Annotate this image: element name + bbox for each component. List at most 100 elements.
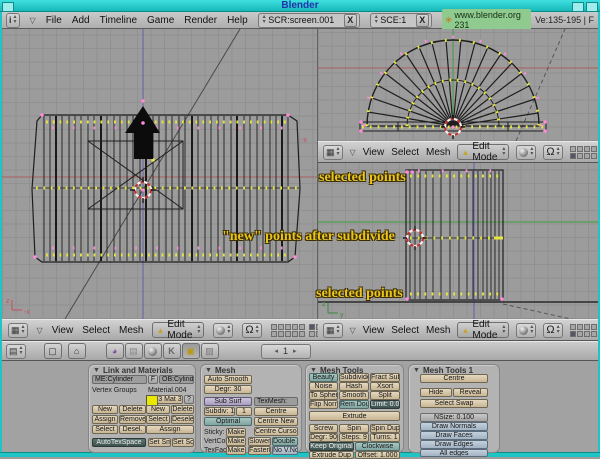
mesh-datablock-field[interactable]: ME:Cylinder bbox=[92, 375, 147, 384]
mode-dropdown[interactable]: ▲Edit Mode▴▾ bbox=[152, 322, 204, 338]
subdiv-render-spinner[interactable]: 1 bbox=[236, 407, 252, 416]
smooth-button[interactable]: Smooth bbox=[339, 391, 369, 400]
no-vnormal-toggle[interactable]: No V.Normal bbox=[272, 446, 298, 455]
material-delete-button[interactable]: Delete bbox=[171, 405, 194, 414]
centre-new-button[interactable]: Centre New bbox=[254, 417, 298, 426]
screen-selector[interactable]: ▴▾ SCR:screen.001 X bbox=[258, 13, 360, 28]
vgroup-delete-button[interactable]: Delete bbox=[119, 405, 146, 414]
material-deselect-button[interactable]: Deselect bbox=[171, 415, 194, 424]
scene-context-button[interactable]: ▨ bbox=[201, 343, 219, 359]
editor-type-selector[interactable]: ▦▴▾ bbox=[323, 145, 343, 160]
collapse-menu-icon[interactable]: ▽ bbox=[37, 326, 43, 335]
layer-buttons[interactable] bbox=[570, 146, 598, 159]
screw-button[interactable]: Screw bbox=[309, 424, 338, 433]
autotexspace-button[interactable]: AutoTexSpace bbox=[92, 438, 146, 447]
menu-select[interactable]: Select bbox=[391, 147, 419, 158]
draw-type-selector[interactable]: ▴▾ bbox=[516, 145, 536, 160]
home-button[interactable]: ⌂ bbox=[68, 343, 86, 359]
menu-view[interactable]: View bbox=[363, 325, 385, 336]
vgroup-remove-button[interactable]: Remove bbox=[119, 415, 146, 424]
vgroup-deselect-button[interactable]: Desel. bbox=[119, 425, 146, 434]
pivot-selector[interactable]: Ω▴▾ bbox=[543, 145, 562, 160]
slower-draw-button[interactable]: SlowerDr bbox=[248, 437, 271, 446]
sticky-make-button[interactable]: Make bbox=[226, 428, 246, 437]
double-sided-toggle[interactable]: Double Sided bbox=[272, 437, 298, 446]
menu-help[interactable]: Help bbox=[227, 15, 248, 26]
material-assign-button[interactable]: Assign bbox=[146, 425, 194, 434]
pivot-selector[interactable]: Ω▴▾ bbox=[543, 323, 562, 338]
material-select-button[interactable]: Select bbox=[146, 415, 170, 424]
set-solid-button[interactable]: Set Solid bbox=[172, 438, 194, 447]
auto-smooth-toggle[interactable]: Auto Smooth bbox=[204, 375, 252, 384]
degr-spinner[interactable]: Degr: 30 bbox=[204, 385, 252, 394]
editor-type-selector[interactable]: ▦▴▾ bbox=[8, 323, 28, 338]
draw-normals-toggle[interactable]: Draw Normals bbox=[420, 422, 488, 431]
vertcol-make-button[interactable]: Make bbox=[226, 437, 246, 446]
vgroup-new-button[interactable]: New bbox=[92, 405, 118, 414]
draw-faces-toggle[interactable]: Draw Faces bbox=[420, 431, 488, 440]
offset-spinner[interactable]: Offset: 1.000 bbox=[355, 451, 400, 459]
noise-button[interactable]: Noise bbox=[309, 382, 338, 391]
centre-button[interactable]: Centre bbox=[254, 407, 298, 416]
subsurf-toggle[interactable]: Sub Surf bbox=[204, 397, 252, 406]
layer-buttons[interactable] bbox=[570, 324, 598, 337]
editing-context-button[interactable]: ▣ bbox=[182, 343, 200, 359]
menu-add[interactable]: Add bbox=[72, 15, 90, 26]
clockwise-toggle[interactable]: Clockwise bbox=[355, 442, 400, 451]
menu-render[interactable]: Render bbox=[184, 15, 217, 26]
mode-dropdown[interactable]: ▲Edit Mode▴▾ bbox=[457, 144, 509, 160]
extrude-button[interactable]: Extrude bbox=[309, 411, 400, 421]
mode-dropdown[interactable]: ▲Edit Mode▴▾ bbox=[457, 322, 509, 338]
editor-type-selector[interactable]: ▦▴▾ bbox=[323, 323, 343, 338]
script-context-button[interactable]: ▤ bbox=[125, 343, 143, 359]
nsize-spinner[interactable]: NSize: 0.100 bbox=[420, 413, 488, 422]
menu-view[interactable]: View bbox=[52, 325, 74, 336]
limit-spinner[interactable]: Limit: 0.001 bbox=[370, 400, 400, 409]
extrude-dup-button[interactable]: Extrude Dup bbox=[309, 451, 354, 459]
object-context-button[interactable]: K bbox=[163, 343, 181, 359]
subdivide-button[interactable]: Subdivide bbox=[339, 373, 369, 382]
frame-counter[interactable]: ◂ 1 ▸ bbox=[261, 344, 311, 359]
fract-subd-button[interactable]: Fract Sub bbox=[370, 373, 400, 382]
frame-prev-icon[interactable]: ◂ bbox=[275, 347, 279, 355]
vgroup-select-button[interactable]: Select bbox=[92, 425, 118, 434]
material-index-spinner[interactable]: 3 Mat 3 bbox=[157, 395, 183, 404]
editor-type-selector[interactable]: ▤▴▾ bbox=[6, 344, 26, 359]
xsort-button[interactable]: Xsort bbox=[370, 382, 400, 391]
panel-alignment-button[interactable]: ▢ bbox=[44, 343, 62, 359]
faster-draw-button[interactable]: FasterDr bbox=[248, 446, 271, 455]
logic-context-button[interactable]: ◕ bbox=[106, 343, 124, 359]
flip-normals-button[interactable]: Flip Norm bbox=[309, 400, 338, 409]
panel-collapse-icon[interactable]: ▼ bbox=[205, 367, 212, 374]
panel-collapse-icon[interactable]: ▼ bbox=[413, 367, 420, 374]
steps-spinner[interactable]: Steps: 9 bbox=[339, 433, 369, 442]
material-new-button[interactable]: New bbox=[146, 405, 170, 414]
menu-mesh[interactable]: Mesh bbox=[119, 325, 143, 336]
degr90-spinner[interactable]: Degr: 90 bbox=[309, 433, 338, 442]
viewport-front[interactable]: z -x -x bbox=[2, 29, 318, 319]
rem-doubles-button[interactable]: Rem Doub bbox=[339, 400, 369, 409]
window-type-selector[interactable]: i▴▾ bbox=[6, 13, 20, 28]
blender-org-link[interactable]: ✳www.blender.org 231 bbox=[442, 9, 531, 31]
fake-user-button[interactable]: F bbox=[148, 375, 158, 384]
split-button[interactable]: Split bbox=[370, 391, 400, 400]
beauty-toggle[interactable]: Beauty bbox=[309, 373, 338, 382]
set-smooth-button[interactable]: Set Smooth bbox=[148, 438, 171, 447]
screen-close-button[interactable]: X bbox=[344, 14, 357, 27]
scene-close-button[interactable]: X bbox=[416, 14, 429, 27]
menu-mesh[interactable]: Mesh bbox=[426, 325, 450, 336]
collapse-menu-icon[interactable]: ▽ bbox=[350, 148, 356, 157]
centre-button[interactable]: Centre bbox=[420, 374, 488, 383]
keep-original-toggle[interactable]: Keep Original bbox=[309, 442, 354, 451]
optimal-toggle[interactable]: Optimal bbox=[204, 417, 252, 426]
reveal-button[interactable]: Reveal bbox=[453, 388, 488, 397]
menu-file[interactable]: File bbox=[46, 15, 62, 26]
draw-edges-toggle[interactable]: Draw Edges bbox=[420, 440, 488, 449]
shading-context-button[interactable] bbox=[144, 343, 162, 359]
menu-view[interactable]: View bbox=[363, 147, 385, 158]
menu-select[interactable]: Select bbox=[82, 325, 110, 336]
frame-next-icon[interactable]: ▸ bbox=[293, 347, 297, 355]
pivot-selector[interactable]: Ω▴▾ bbox=[242, 323, 261, 338]
hide-button[interactable]: Hide bbox=[420, 388, 452, 397]
menu-mesh[interactable]: Mesh bbox=[426, 147, 450, 158]
